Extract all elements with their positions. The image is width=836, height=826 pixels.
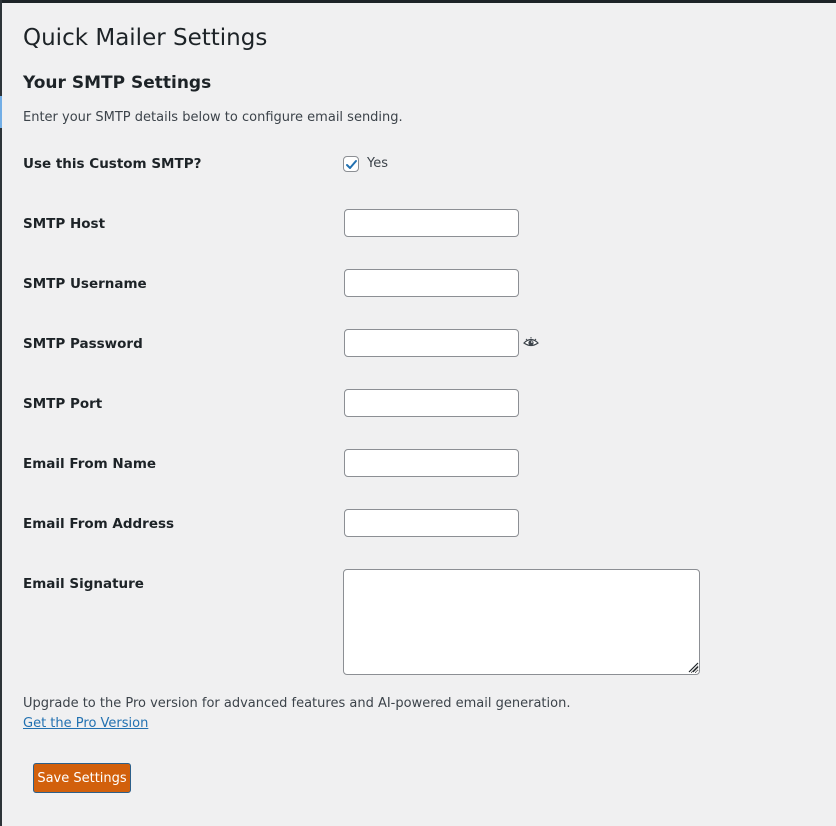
upgrade-text: Upgrade to the Pro version for advanced … <box>23 696 571 711</box>
email-from-name-input[interactable] <box>344 449 519 477</box>
page-title: Quick Mailer Settings <box>23 25 268 51</box>
section-description: Enter your SMTP details below to configu… <box>23 110 403 125</box>
smtp-username-label: SMTP Username <box>23 276 147 292</box>
use-custom-smtp-checkbox[interactable] <box>343 156 359 172</box>
smtp-username-input[interactable] <box>344 269 519 297</box>
smtp-port-label: SMTP Port <box>23 396 103 412</box>
email-from-name-label: Email From Name <box>23 456 157 472</box>
smtp-password-label: SMTP Password <box>23 336 143 352</box>
use-custom-smtp-option-label[interactable]: Yes <box>367 155 388 173</box>
admin-top-edge <box>0 0 836 3</box>
smtp-host-label: SMTP Host <box>23 216 106 232</box>
email-from-address-label: Email From Address <box>23 516 175 532</box>
resize-grip-icon[interactable] <box>687 661 699 673</box>
smtp-host-input[interactable] <box>344 209 519 237</box>
section-heading: Your SMTP Settings <box>23 73 212 93</box>
eye-icon[interactable] <box>523 335 539 349</box>
use-custom-smtp-label: Use this Custom SMTP? <box>23 156 202 172</box>
get-pro-version-link[interactable]: Get the Pro Version <box>23 715 148 733</box>
checkmark-icon <box>346 160 357 169</box>
email-signature-textarea[interactable] <box>343 569 700 675</box>
save-settings-button[interactable]: Save Settings <box>33 763 131 793</box>
email-from-address-input[interactable] <box>344 509 519 537</box>
smtp-password-input[interactable] <box>344 329 519 357</box>
smtp-port-input[interactable] <box>344 389 519 417</box>
sidebar-active-marker <box>0 96 2 128</box>
email-signature-label: Email Signature <box>23 576 144 592</box>
